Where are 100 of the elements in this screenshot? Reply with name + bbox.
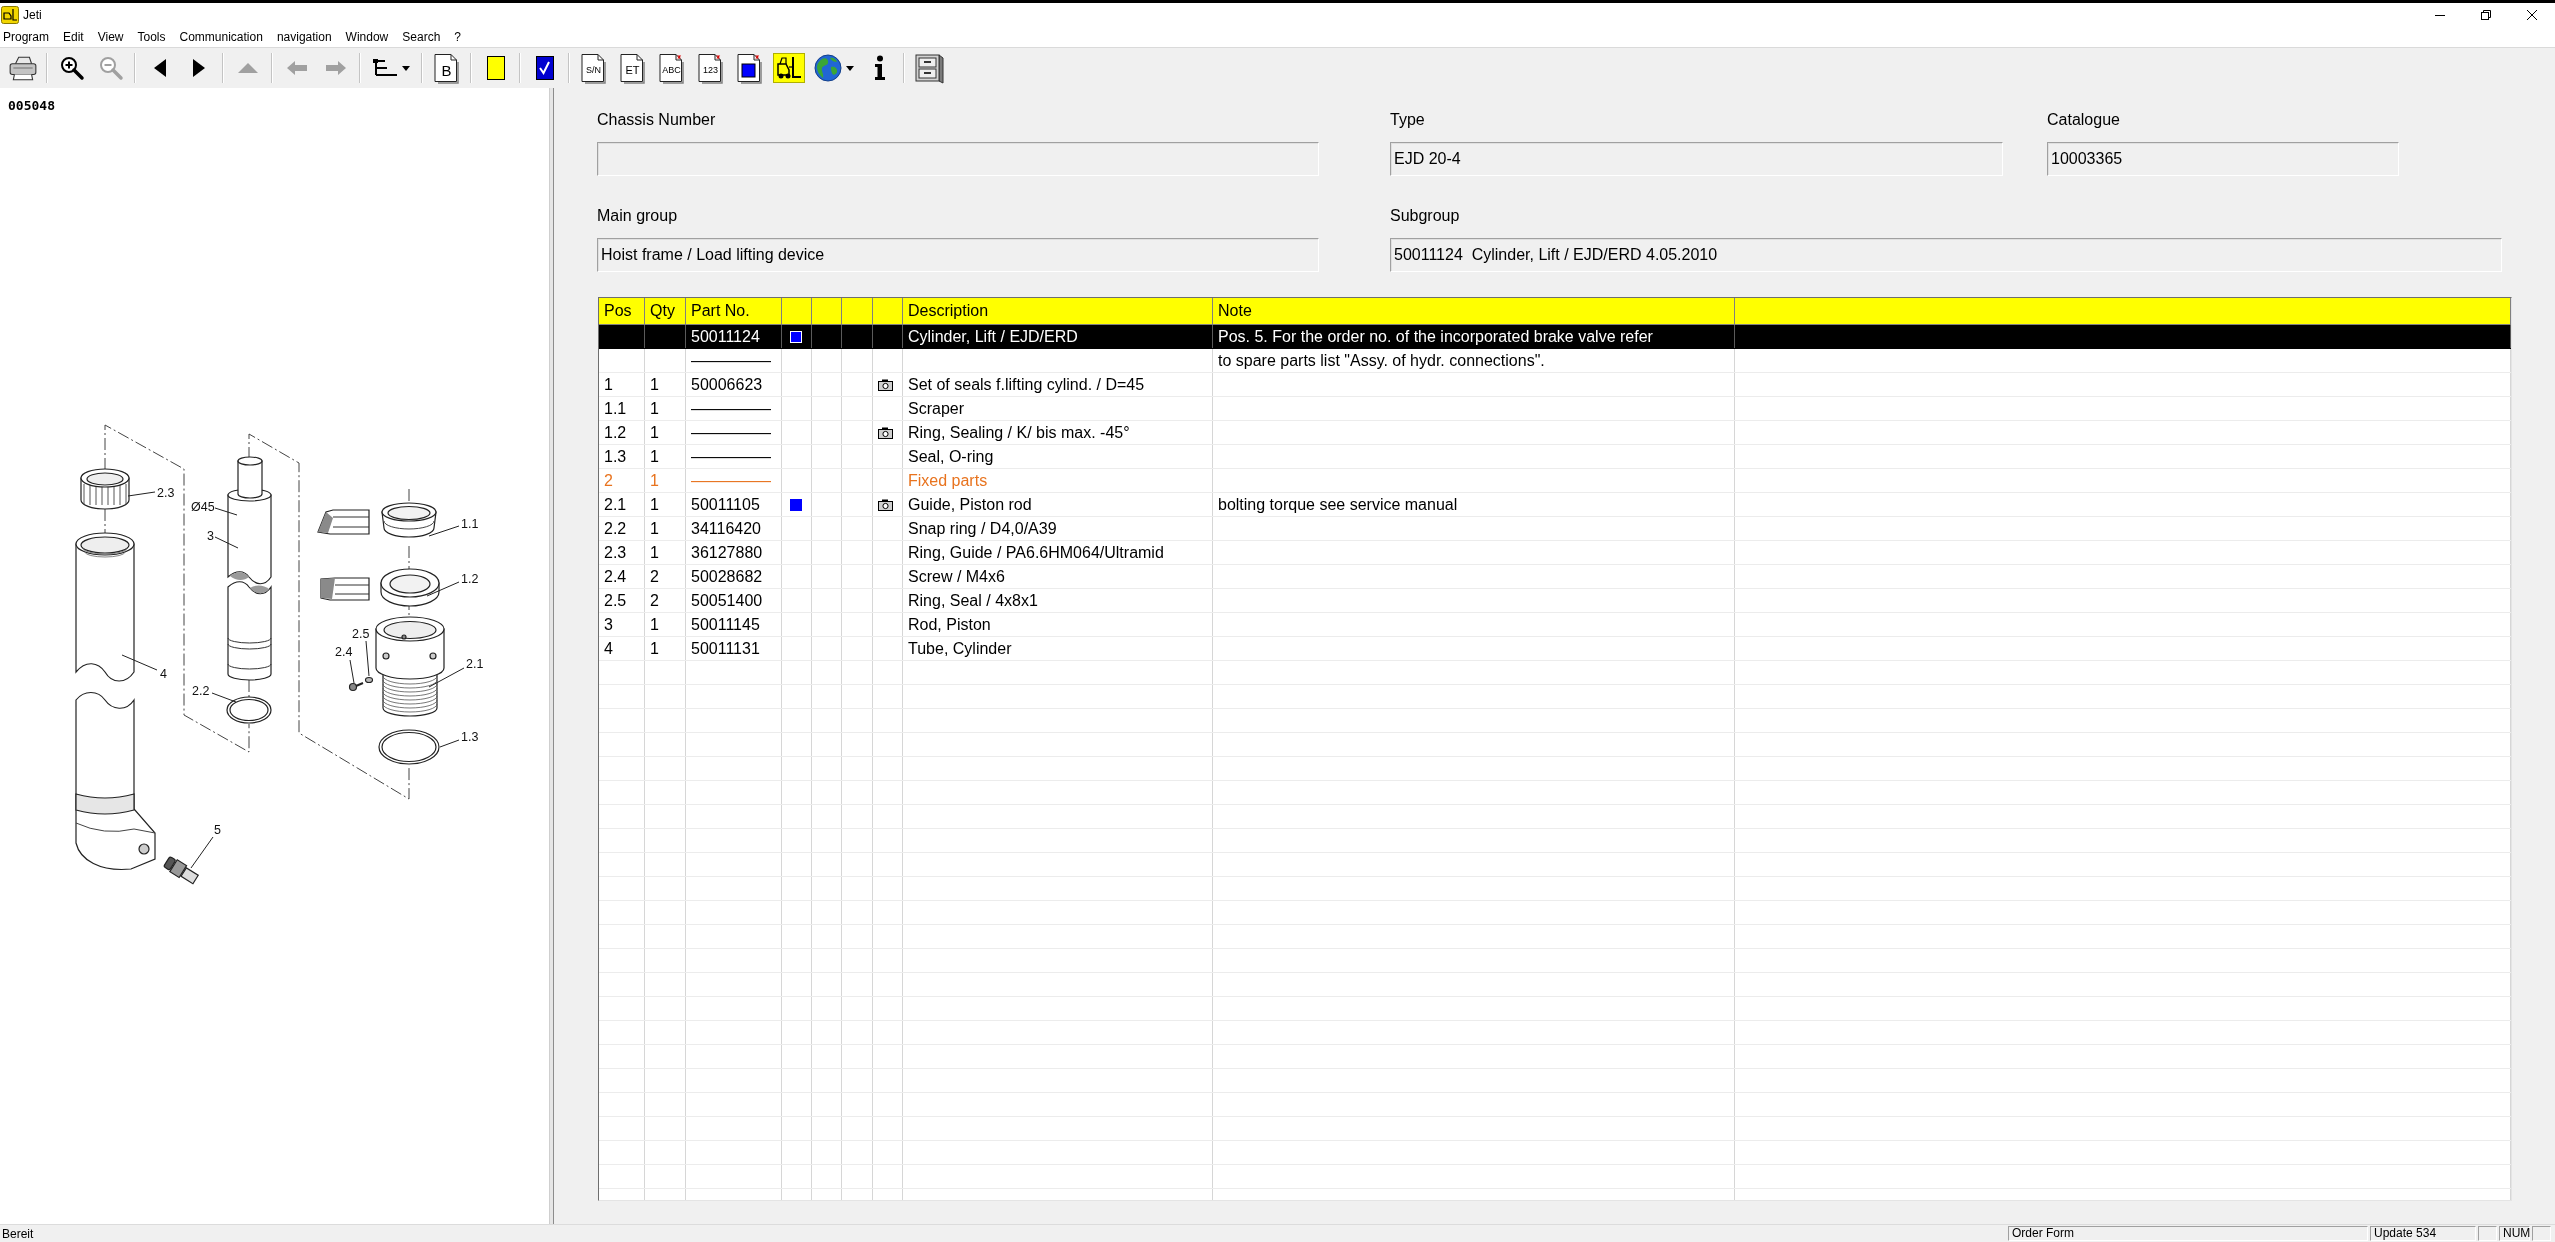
table-cell: Cylinder, Lift / EJD/ERD	[903, 325, 1213, 348]
table-cell: 1	[645, 469, 686, 492]
callout-label: 3	[207, 529, 214, 543]
leader-line	[349, 659, 355, 684]
menu-item[interactable]: Edit	[56, 27, 91, 47]
menu-item[interactable]: View	[90, 27, 131, 47]
leader-line	[428, 667, 465, 688]
left-triangle-icon	[153, 59, 166, 77]
table-row[interactable]: 1.2 1 ————— Ring, Sealing / K/ bis max. -45°	[599, 421, 2511, 445]
callout-label: 2.1	[466, 657, 484, 671]
main-group-field[interactable]: Hoist frame / Load lifting device	[597, 238, 1319, 272]
table-cell: —————	[686, 421, 782, 444]
zoom-in-icon	[58, 55, 85, 81]
menu-item[interactable]: Communication	[172, 27, 270, 47]
table-cell: 2.5	[599, 589, 645, 612]
leader-line	[127, 491, 156, 497]
status-panel: NUM	[2499, 1226, 2530, 1241]
column-header[interactable]: Note	[1213, 298, 1735, 324]
table-cell: 1	[645, 613, 686, 636]
marked-sheet-button[interactable]: 123	[691, 50, 730, 86]
table-cell: Ring, Seal / 4x8x1	[903, 589, 1213, 612]
table-cell: 2.2	[599, 517, 645, 540]
column-header[interactable]: Part No.	[686, 298, 782, 324]
sheet-button[interactable]: ET	[613, 50, 652, 86]
table-cell: Rod, Piston	[903, 613, 1213, 636]
tree-list-icon	[372, 58, 398, 78]
table-cell: 50051400	[686, 589, 782, 612]
leader-line	[211, 692, 237, 703]
callout-label: 1.2	[461, 572, 479, 586]
table-row[interactable]: 2.1 1 50011105 Guide, Piston rod bolting torque see service manual	[599, 493, 2511, 517]
left-arrow-icon	[286, 61, 307, 75]
menu-item[interactable]: ?	[447, 27, 468, 47]
table-cell: —————	[686, 469, 782, 492]
forklift-icon	[772, 53, 805, 83]
leader-line	[214, 507, 238, 516]
column-header[interactable]: Qty	[645, 298, 686, 324]
subgroup-field[interactable]: 50011124 Cylinder, Lift / EJD/ERD 4.05.2010	[1390, 238, 2502, 272]
catalogue-field[interactable]: 10003365	[2047, 142, 2399, 176]
leader-line	[214, 536, 239, 549]
caret-icon	[846, 65, 854, 71]
seal-ring	[380, 568, 440, 607]
chassis-number-field[interactable]	[597, 142, 1319, 176]
table-cell: 50011145	[686, 613, 782, 636]
table-row[interactable]: 1 1 50006623 Set of seals f.lifting cylind. / D=45	[599, 373, 2511, 397]
status-panel	[2478, 1226, 2497, 1241]
caret-icon	[402, 65, 410, 71]
callout-label: 2.4	[335, 645, 353, 659]
up-triangle-icon	[237, 63, 258, 73]
table-cell: 1.1	[599, 397, 645, 420]
column-header[interactable]: Pos	[599, 298, 645, 324]
table-row[interactable]: 2.4 2 50028682 Screw / M4x6	[599, 565, 2511, 589]
field-label: Chassis Number	[597, 110, 716, 130]
globe-icon	[814, 54, 842, 82]
table-row[interactable]: 1.1 1 ————— Scraper	[599, 397, 2511, 421]
menu-item[interactable]: Program	[0, 27, 56, 47]
table-row[interactable]: 50011124 Cylinder, Lift / EJD/ERD Pos. 5. For the order no. of the incorporated brake valve refer	[599, 325, 2511, 349]
type-field[interactable]: EJD 20-4	[1390, 142, 2003, 176]
table-cell: Scraper	[903, 397, 1213, 420]
menu-item[interactable]: Window	[338, 27, 396, 47]
table-cell: Seal, O-ring	[903, 445, 1213, 468]
screw	[348, 682, 364, 692]
field-label: Type	[1390, 110, 1425, 130]
page-icon	[658, 52, 685, 84]
marked-sheet-button[interactable]: ABC	[652, 50, 691, 86]
table-cell: Tube, Cylinder	[903, 637, 1213, 660]
field-label: Main group	[597, 206, 678, 226]
sheet-button[interactable]: S/N	[574, 50, 613, 86]
seal-profile	[320, 577, 370, 601]
sheet-button[interactable]: B	[427, 50, 466, 86]
table-row[interactable]: 2.5 2 50051400 Ring, Seal / 4x8x1	[599, 589, 2511, 613]
table-cell: Set of seals f.lifting cylind. / D=45	[903, 373, 1213, 396]
field-label: Catalogue	[2047, 110, 2120, 130]
table-cell: 50006623	[686, 373, 782, 396]
callout-label: Ø45	[191, 500, 215, 514]
table-cell: Snap ring / D4,0/A39	[903, 517, 1213, 540]
table-row[interactable]: 1.3 1 ————— Seal, O-ring	[599, 445, 2511, 469]
table-cell: 50011124	[686, 325, 782, 348]
leader-line	[426, 581, 460, 597]
right-arrow-icon	[325, 61, 346, 75]
table-cell: 4	[599, 637, 645, 660]
column-header[interactable]: Description	[903, 298, 1213, 324]
page-icon	[697, 52, 724, 84]
table-cell: 1	[645, 517, 686, 540]
close-icon	[2527, 10, 2537, 20]
menu-item[interactable]: Search	[395, 27, 448, 47]
seal-profile	[317, 509, 370, 535]
leader-line	[190, 836, 214, 869]
callout-label: 4	[160, 667, 167, 681]
table-cell: 1.3	[599, 445, 645, 468]
table-cell: —————	[686, 445, 782, 468]
menu-item[interactable]: Tools	[130, 27, 173, 47]
table-row[interactable]: 3 1 50011145 Rod, Piston	[599, 613, 2511, 637]
page-icon	[433, 52, 460, 84]
table-row[interactable]: ————— to spare parts list "Assy. of hydr. connections".	[599, 349, 2511, 373]
table-row[interactable]: 4 1 50011131 Tube, Cylinder	[599, 637, 2511, 661]
table-cell: 1	[645, 373, 686, 396]
table-row[interactable]: 2.3 1 36127880 Ring, Guide / PA6.6HM064/Ultramid	[599, 541, 2511, 565]
menu-item[interactable]: navigation	[269, 27, 339, 47]
table-cell: —————	[686, 349, 782, 372]
table-row[interactable]: 2.2 1 34116420 Snap ring / D4,0/A39	[599, 517, 2511, 541]
